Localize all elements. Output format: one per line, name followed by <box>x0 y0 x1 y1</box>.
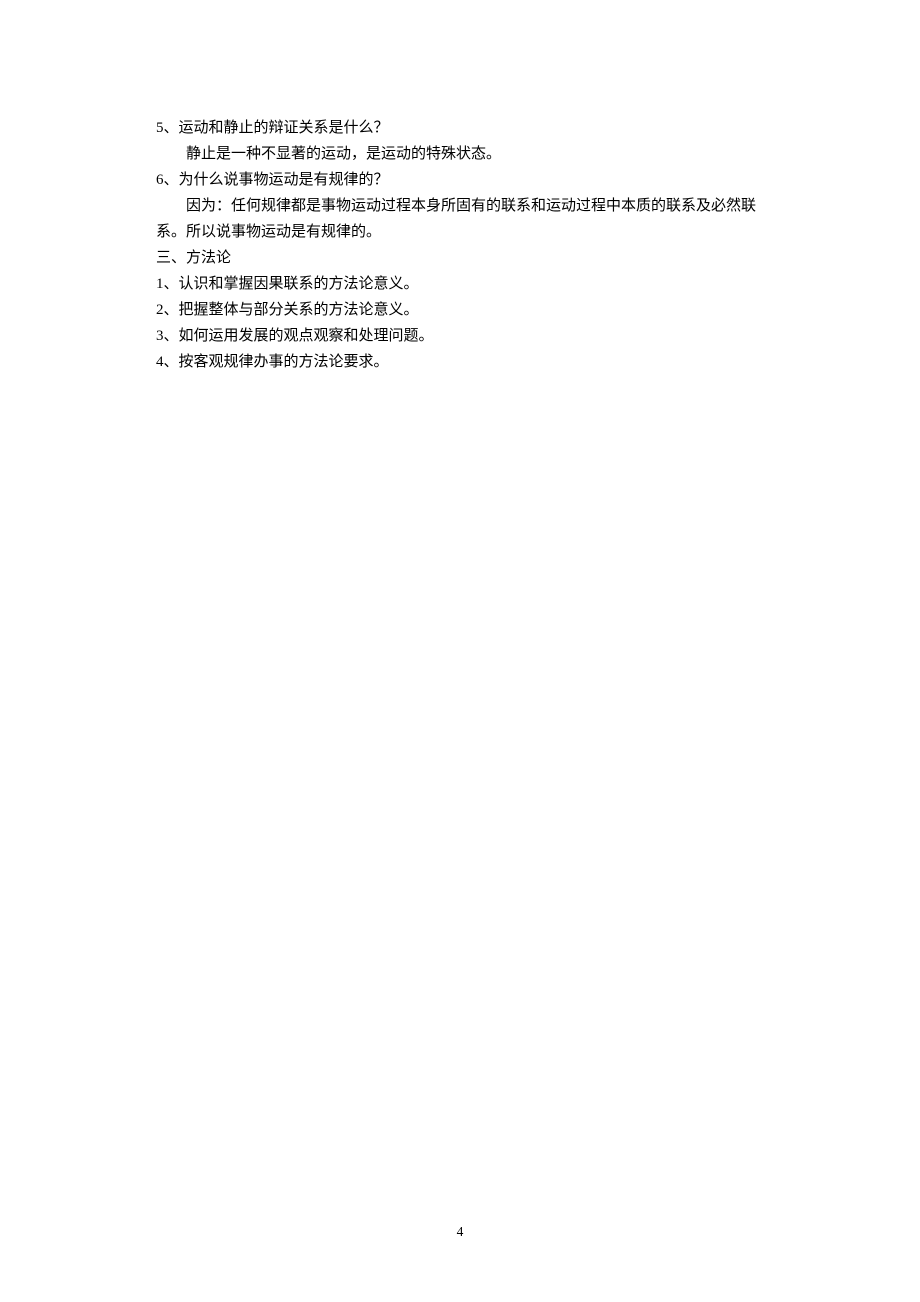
answer-6-line-1: 因为：任何规律都是事物运动过程本身所固有的联系和运动过程中本质的联系及必然联 <box>156 193 770 219</box>
answer-5: 静止是一种不显著的运动，是运动的特殊状态。 <box>156 141 770 167</box>
document-body: 5、运动和静止的辩证关系是什么？ 静止是一种不显著的运动，是运动的特殊状态。 6… <box>156 115 770 375</box>
method-item-4: 4、按客观规律办事的方法论要求。 <box>156 349 770 375</box>
answer-6-line-2: 系。所以说事物运动是有规律的。 <box>156 219 770 245</box>
page-number: 4 <box>0 1224 920 1240</box>
question-5: 5、运动和静止的辩证关系是什么？ <box>156 115 770 141</box>
section-3-heading: 三、方法论 <box>156 245 770 271</box>
method-item-3: 3、如何运用发展的观点观察和处理问题。 <box>156 323 770 349</box>
method-item-2: 2、把握整体与部分关系的方法论意义。 <box>156 297 770 323</box>
question-6: 6、为什么说事物运动是有规律的？ <box>156 167 770 193</box>
method-item-1: 1、认识和掌握因果联系的方法论意义。 <box>156 271 770 297</box>
